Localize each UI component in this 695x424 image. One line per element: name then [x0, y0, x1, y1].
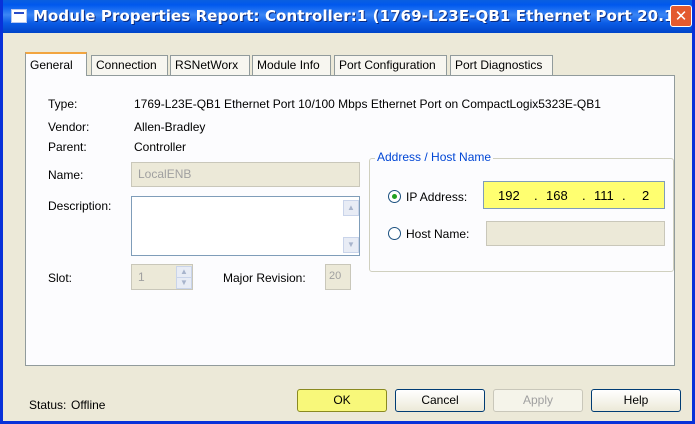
ok-button[interactable]: OK — [297, 389, 387, 412]
module-properties-window: Module Properties Report: Controller:1 (… — [0, 0, 695, 424]
ip-octet-2: 168 — [546, 188, 568, 203]
slot-label: Slot: — [48, 271, 73, 285]
tab-rsnetworx[interactable]: RSNetWorx — [170, 55, 250, 75]
scroll-down-icon[interactable]: ▼ — [343, 237, 359, 253]
help-button[interactable]: Help — [591, 389, 681, 412]
description-field[interactable]: ▲ ▼ — [131, 196, 360, 256]
address-group-title: Address / Host Name — [375, 150, 494, 164]
tab-connection[interactable]: Connection — [91, 55, 168, 75]
major-revision-label: Major Revision: — [223, 271, 306, 285]
tab-port-configuration[interactable]: Port Configuration — [334, 55, 447, 75]
tab-module-info[interactable]: Module Info — [252, 55, 331, 75]
slot-spinner[interactable]: 1 ▲ ▼ — [131, 264, 193, 290]
close-button[interactable]: ✕ — [670, 5, 692, 27]
tab-port-diagnostics[interactable]: Port Diagnostics — [450, 55, 553, 75]
ip-octet-1: 192 — [498, 188, 520, 203]
ip-address-label: IP Address: — [406, 190, 468, 204]
host-name-radio[interactable] — [388, 227, 401, 240]
window-title: Module Properties Report: Controller:1 (… — [33, 7, 693, 25]
type-value: 1769-L23E-QB1 Ethernet Port 10/100 Mbps … — [134, 97, 601, 111]
address-host-group — [369, 158, 674, 272]
ip-dot-2: . — [582, 188, 586, 203]
host-name-field[interactable] — [486, 221, 665, 246]
cancel-button[interactable]: Cancel — [395, 389, 485, 412]
parent-value: Controller — [134, 140, 187, 154]
major-revision-field[interactable]: 20 — [325, 264, 351, 290]
apply-button[interactable]: Apply — [493, 389, 583, 412]
scroll-up-icon[interactable]: ▲ — [343, 200, 359, 216]
status-label: Status: — [29, 398, 67, 412]
ip-octet-3: 111 — [594, 188, 614, 203]
title-bar[interactable]: Module Properties Report: Controller:1 (… — [3, 0, 692, 33]
description-label: Description: — [48, 199, 112, 213]
status-value: Offline — [71, 398, 106, 412]
tab-general[interactable]: General — [25, 52, 87, 76]
vendor-label: Vendor: — [48, 120, 90, 134]
ip-octet-4: 2 — [642, 188, 650, 203]
host-name-label: Host Name: — [406, 227, 470, 241]
ip-dot-3: . — [622, 188, 626, 203]
spin-down-icon[interactable]: ▼ — [176, 277, 192, 289]
parent-label: Parent: — [48, 140, 87, 154]
ip-dot-1: . — [534, 188, 538, 203]
type-label: Type: — [48, 97, 78, 111]
name-label: Name: — [48, 168, 84, 182]
ip-address-radio[interactable] — [388, 190, 401, 203]
vendor-value: Allen-Bradley — [134, 120, 206, 134]
slot-value: 1 — [138, 270, 145, 284]
ip-address-field[interactable]: 192 . 168 . 111 . 2 — [483, 181, 665, 209]
window-icon — [11, 9, 27, 23]
name-field[interactable]: LocalENB — [131, 162, 360, 187]
